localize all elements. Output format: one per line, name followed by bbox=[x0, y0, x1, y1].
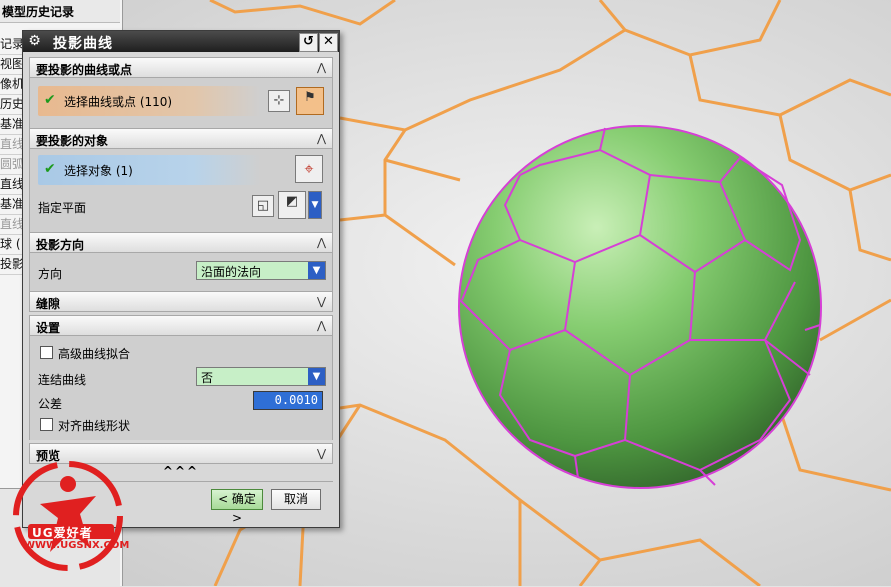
join-curves-label: 连结曲线 bbox=[38, 373, 87, 387]
section-curves-body: ✔ 选择曲线或点 (110) ⊹ ⚑ bbox=[29, 78, 333, 128]
crosshair-icon[interactable]: ⌖ bbox=[295, 155, 323, 183]
close-button[interactable]: ✕ bbox=[319, 33, 338, 52]
section-objects-header[interactable]: 要投影的对象 ⋀ bbox=[29, 128, 333, 149]
join-curves-value: 否 bbox=[201, 371, 214, 385]
check-icon: ✔ bbox=[44, 92, 56, 108]
check-icon: ✔ bbox=[44, 161, 56, 177]
section-curves-header[interactable]: 要投影的曲线或点 ⋀ bbox=[29, 57, 333, 78]
section-objects-body: ✔ 选择对象 (1) ⌖ 指定平面 ◱ ◩ ▼ bbox=[29, 149, 333, 232]
specify-plane-label: 指定平面 bbox=[38, 201, 87, 215]
chevron-up-icon[interactable]: ⋀ bbox=[314, 318, 329, 333]
select-objects-label: 选择对象 (1) bbox=[64, 164, 133, 178]
chevron-down-icon[interactable]: ▼ bbox=[308, 262, 325, 279]
section-direction-body: 方向 沿面的法向 ▼ bbox=[29, 253, 333, 291]
navigator-header: 模型历史记录 bbox=[0, 0, 120, 23]
section-gaps-header[interactable]: 缝隙 ⋁ bbox=[29, 291, 333, 312]
select-curves-label: 选择曲线或点 (110) bbox=[64, 95, 173, 109]
gear-icon[interactable]: ⚙ bbox=[26, 33, 43, 50]
watermark-url: WWW.UGSNX.COM bbox=[24, 540, 130, 551]
plane-type-icon[interactable]: ◩ bbox=[278, 191, 306, 219]
plane-dialog-icon[interactable]: ◱ bbox=[252, 195, 274, 217]
reset-button[interactable]: ↺ bbox=[299, 33, 318, 52]
section-direction-title: 投影方向 bbox=[36, 238, 85, 252]
align-shape-label: 对齐曲线形状 bbox=[58, 419, 131, 433]
direction-select[interactable]: 沿面的法向 ▼ bbox=[196, 261, 326, 280]
sphere-body bbox=[458, 125, 822, 489]
chevron-up-icon[interactable]: ⋀ bbox=[314, 235, 329, 250]
direction-label: 方向 bbox=[38, 267, 63, 281]
advanced-fit-label: 高级曲线拟合 bbox=[58, 347, 131, 361]
navigator-title: 模型历史记录 bbox=[2, 5, 75, 19]
chevron-up-icon[interactable]: ⋀ bbox=[314, 131, 329, 146]
tolerance-label: 公差 bbox=[38, 397, 63, 411]
chevron-down-icon[interactable]: ▼ bbox=[308, 191, 322, 219]
advanced-fit-checkbox[interactable] bbox=[40, 346, 53, 359]
chevron-down-icon[interactable]: ⋁ bbox=[314, 446, 329, 461]
project-curve-dialog: ⚙ 投影曲线 ↺ ✕ 要投影的曲线或点 ⋀ ✔ 选择曲线或点 (110) ⊹ ⚑… bbox=[22, 30, 340, 528]
ugsnx-watermark-logo: UG爱好者 WWW.UGSNX.COM bbox=[10, 456, 132, 584]
chevron-down-icon[interactable]: ▼ bbox=[308, 368, 325, 385]
section-settings-title: 设置 bbox=[36, 321, 61, 335]
align-shape-checkbox[interactable] bbox=[40, 418, 53, 431]
section-settings-header[interactable]: 设置 ⋀ bbox=[29, 315, 333, 336]
select-curve-icon[interactable]: ⚑ bbox=[296, 87, 324, 115]
dialog-titlebar[interactable]: ⚙ 投影曲线 ↺ ✕ bbox=[23, 31, 339, 52]
chevron-down-icon[interactable]: ⋁ bbox=[314, 294, 329, 309]
cancel-button[interactable]: 取消 bbox=[271, 489, 321, 510]
section-settings-body: 高级曲线拟合 连结曲线 否 ▼ 公差 对齐曲线形状 bbox=[29, 336, 333, 440]
curve-rule-icon[interactable]: ⊹ bbox=[268, 90, 290, 112]
join-curves-select[interactable]: 否 ▼ bbox=[196, 367, 326, 386]
section-gaps-title: 缝隙 bbox=[36, 297, 61, 311]
watermark-emblem bbox=[13, 461, 123, 571]
tolerance-input[interactable]: 0.0010 bbox=[253, 391, 323, 410]
section-direction-header[interactable]: 投影方向 ⋀ bbox=[29, 232, 333, 253]
select-curves-row[interactable]: ✔ 选择曲线或点 (110) bbox=[38, 86, 260, 116]
ok-button[interactable]: < 确定 > bbox=[211, 489, 263, 525]
watermark-brand: UG爱好者 bbox=[32, 526, 93, 540]
section-objects-title: 要投影的对象 bbox=[36, 134, 109, 148]
section-curves-title: 要投影的曲线或点 bbox=[36, 63, 133, 77]
dialog-title: 投影曲线 bbox=[53, 36, 113, 52]
select-objects-row[interactable]: ✔ 选择对象 (1) bbox=[38, 155, 260, 185]
chevron-up-icon[interactable]: ⋀ bbox=[314, 60, 329, 75]
direction-value: 沿面的法向 bbox=[201, 265, 262, 279]
